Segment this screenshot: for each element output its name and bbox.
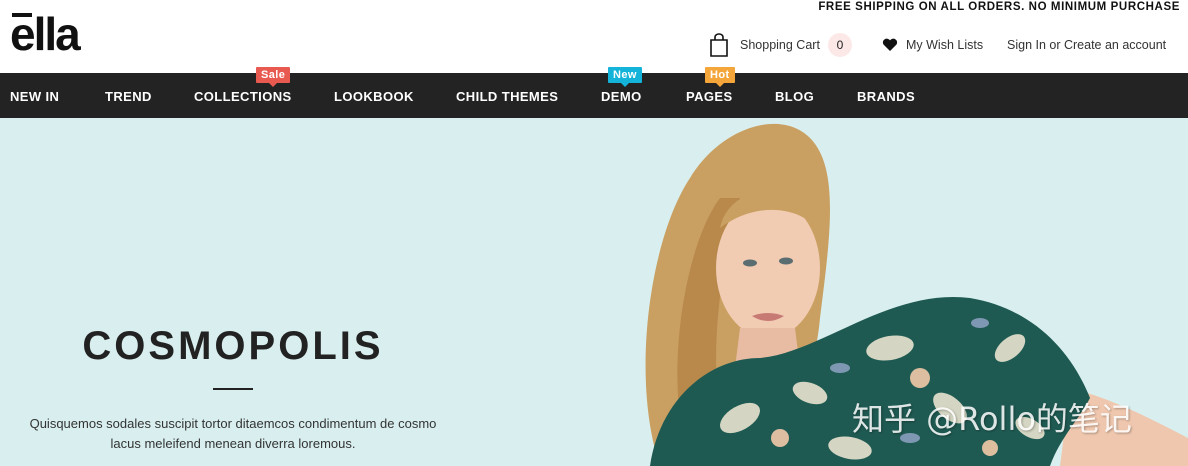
promo-banner: FREE SHIPPING ON ALL ORDERS. NO MINIMUM … bbox=[818, 1, 1180, 13]
new-badge: New bbox=[608, 67, 642, 87]
nav-item-demo[interactable]: DEMO New bbox=[601, 67, 642, 104]
site-logo[interactable]: ella bbox=[10, 10, 81, 58]
cart-count-badge: 0 bbox=[827, 33, 852, 57]
hero-banner[interactable]: COSMOPOLIS Quisquemos sodales suscipit t… bbox=[0, 118, 1188, 466]
nav-item-label: PAGES bbox=[686, 89, 733, 104]
site-header: FREE SHIPPING ON ALL ORDERS. NO MINIMUM … bbox=[0, 0, 1188, 73]
nav-item-pages[interactable]: PAGES Hot bbox=[686, 67, 735, 104]
nav-item-label: DEMO bbox=[601, 89, 642, 104]
sale-badge: Sale bbox=[256, 67, 291, 87]
nav-item-collections[interactable]: COLLECTIONS Sale bbox=[194, 67, 292, 104]
nav-item-child-themes[interactable]: CHILD THEMES bbox=[456, 89, 558, 104]
wishlist-link[interactable]: My Wish Lists bbox=[882, 33, 983, 57]
hot-badge: Hot bbox=[705, 67, 735, 87]
heart-icon bbox=[882, 38, 898, 51]
watermark: 知乎 @Rollo的笔记 bbox=[852, 400, 1132, 438]
logo-accent bbox=[12, 13, 32, 17]
shopping-cart-link[interactable]: Shopping Cart 0 bbox=[708, 33, 852, 57]
wishlist-label: My Wish Lists bbox=[906, 38, 984, 52]
nav-item-label: COLLECTIONS bbox=[194, 89, 292, 104]
main-nav: NEW IN TREND COLLECTIONS Sale LOOKBOOK C… bbox=[0, 67, 1188, 118]
nav-item-new-in[interactable]: NEW IN bbox=[10, 89, 59, 104]
hero-description: Quisquemos sodales suscipit tortor ditae… bbox=[29, 416, 437, 451]
account-link[interactable]: Sign In or Create an account bbox=[1007, 33, 1166, 57]
nav-item-trend[interactable]: TREND bbox=[105, 89, 152, 104]
shopping-bag-icon bbox=[710, 33, 728, 57]
nav-item-brands[interactable]: BRANDS bbox=[857, 89, 915, 104]
nav-item-blog[interactable]: BLOG bbox=[775, 89, 814, 104]
nav-item-lookbook[interactable]: LOOKBOOK bbox=[334, 89, 414, 104]
hero-divider bbox=[213, 388, 253, 390]
cart-label: Shopping Cart bbox=[740, 38, 820, 52]
hero-title: COSMOPOLIS bbox=[82, 324, 384, 368]
